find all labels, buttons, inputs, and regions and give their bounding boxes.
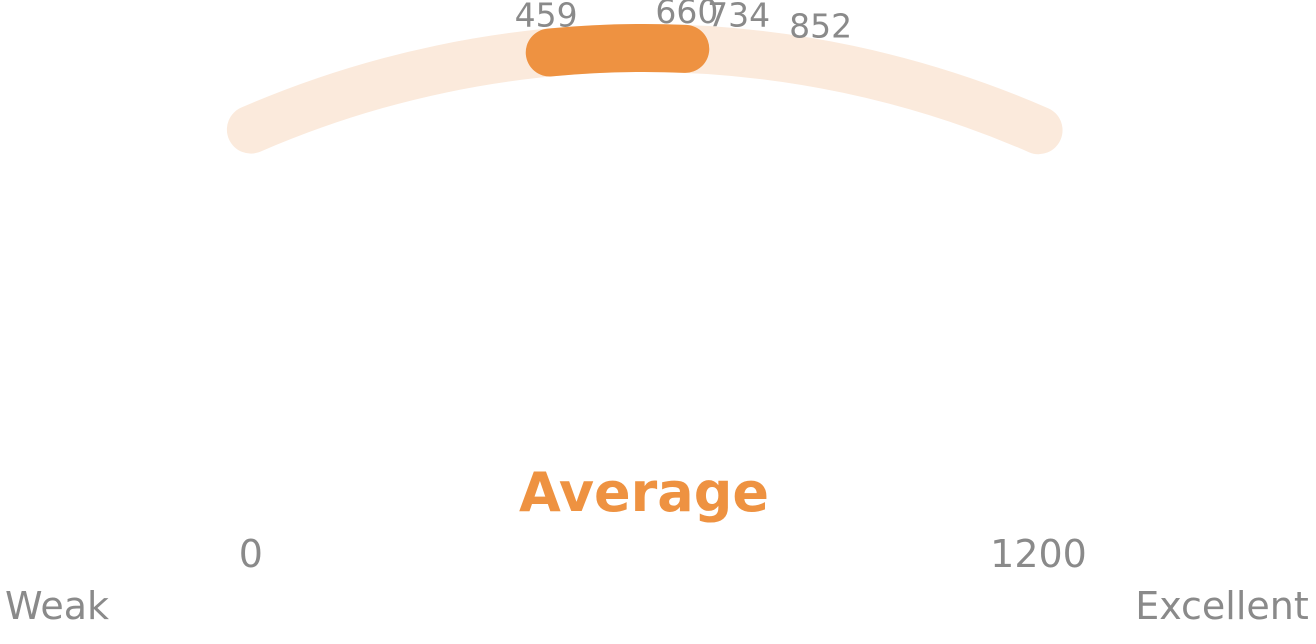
- tick-label-852: 852: [789, 6, 852, 45]
- min-caption-label: Weak: [5, 584, 109, 628]
- gauge-svg: 459 660734 852 Average 0 Weak 1200 Excelle…: [5, 0, 1309, 628]
- tick-label-734: 734: [707, 0, 770, 34]
- tick-label-459: 459: [515, 0, 578, 35]
- gauge-value-arc: [525, 24, 710, 77]
- min-value-label: 0: [239, 532, 263, 576]
- center-status-label: Average: [519, 461, 769, 524]
- max-value-label: 1200: [990, 532, 1087, 576]
- max-caption-label: Excellent: [1135, 584, 1309, 628]
- gauge-chart: 459 660 734 852 Average 0 Weak 1200 Excelle…: [0, 0, 1316, 640]
